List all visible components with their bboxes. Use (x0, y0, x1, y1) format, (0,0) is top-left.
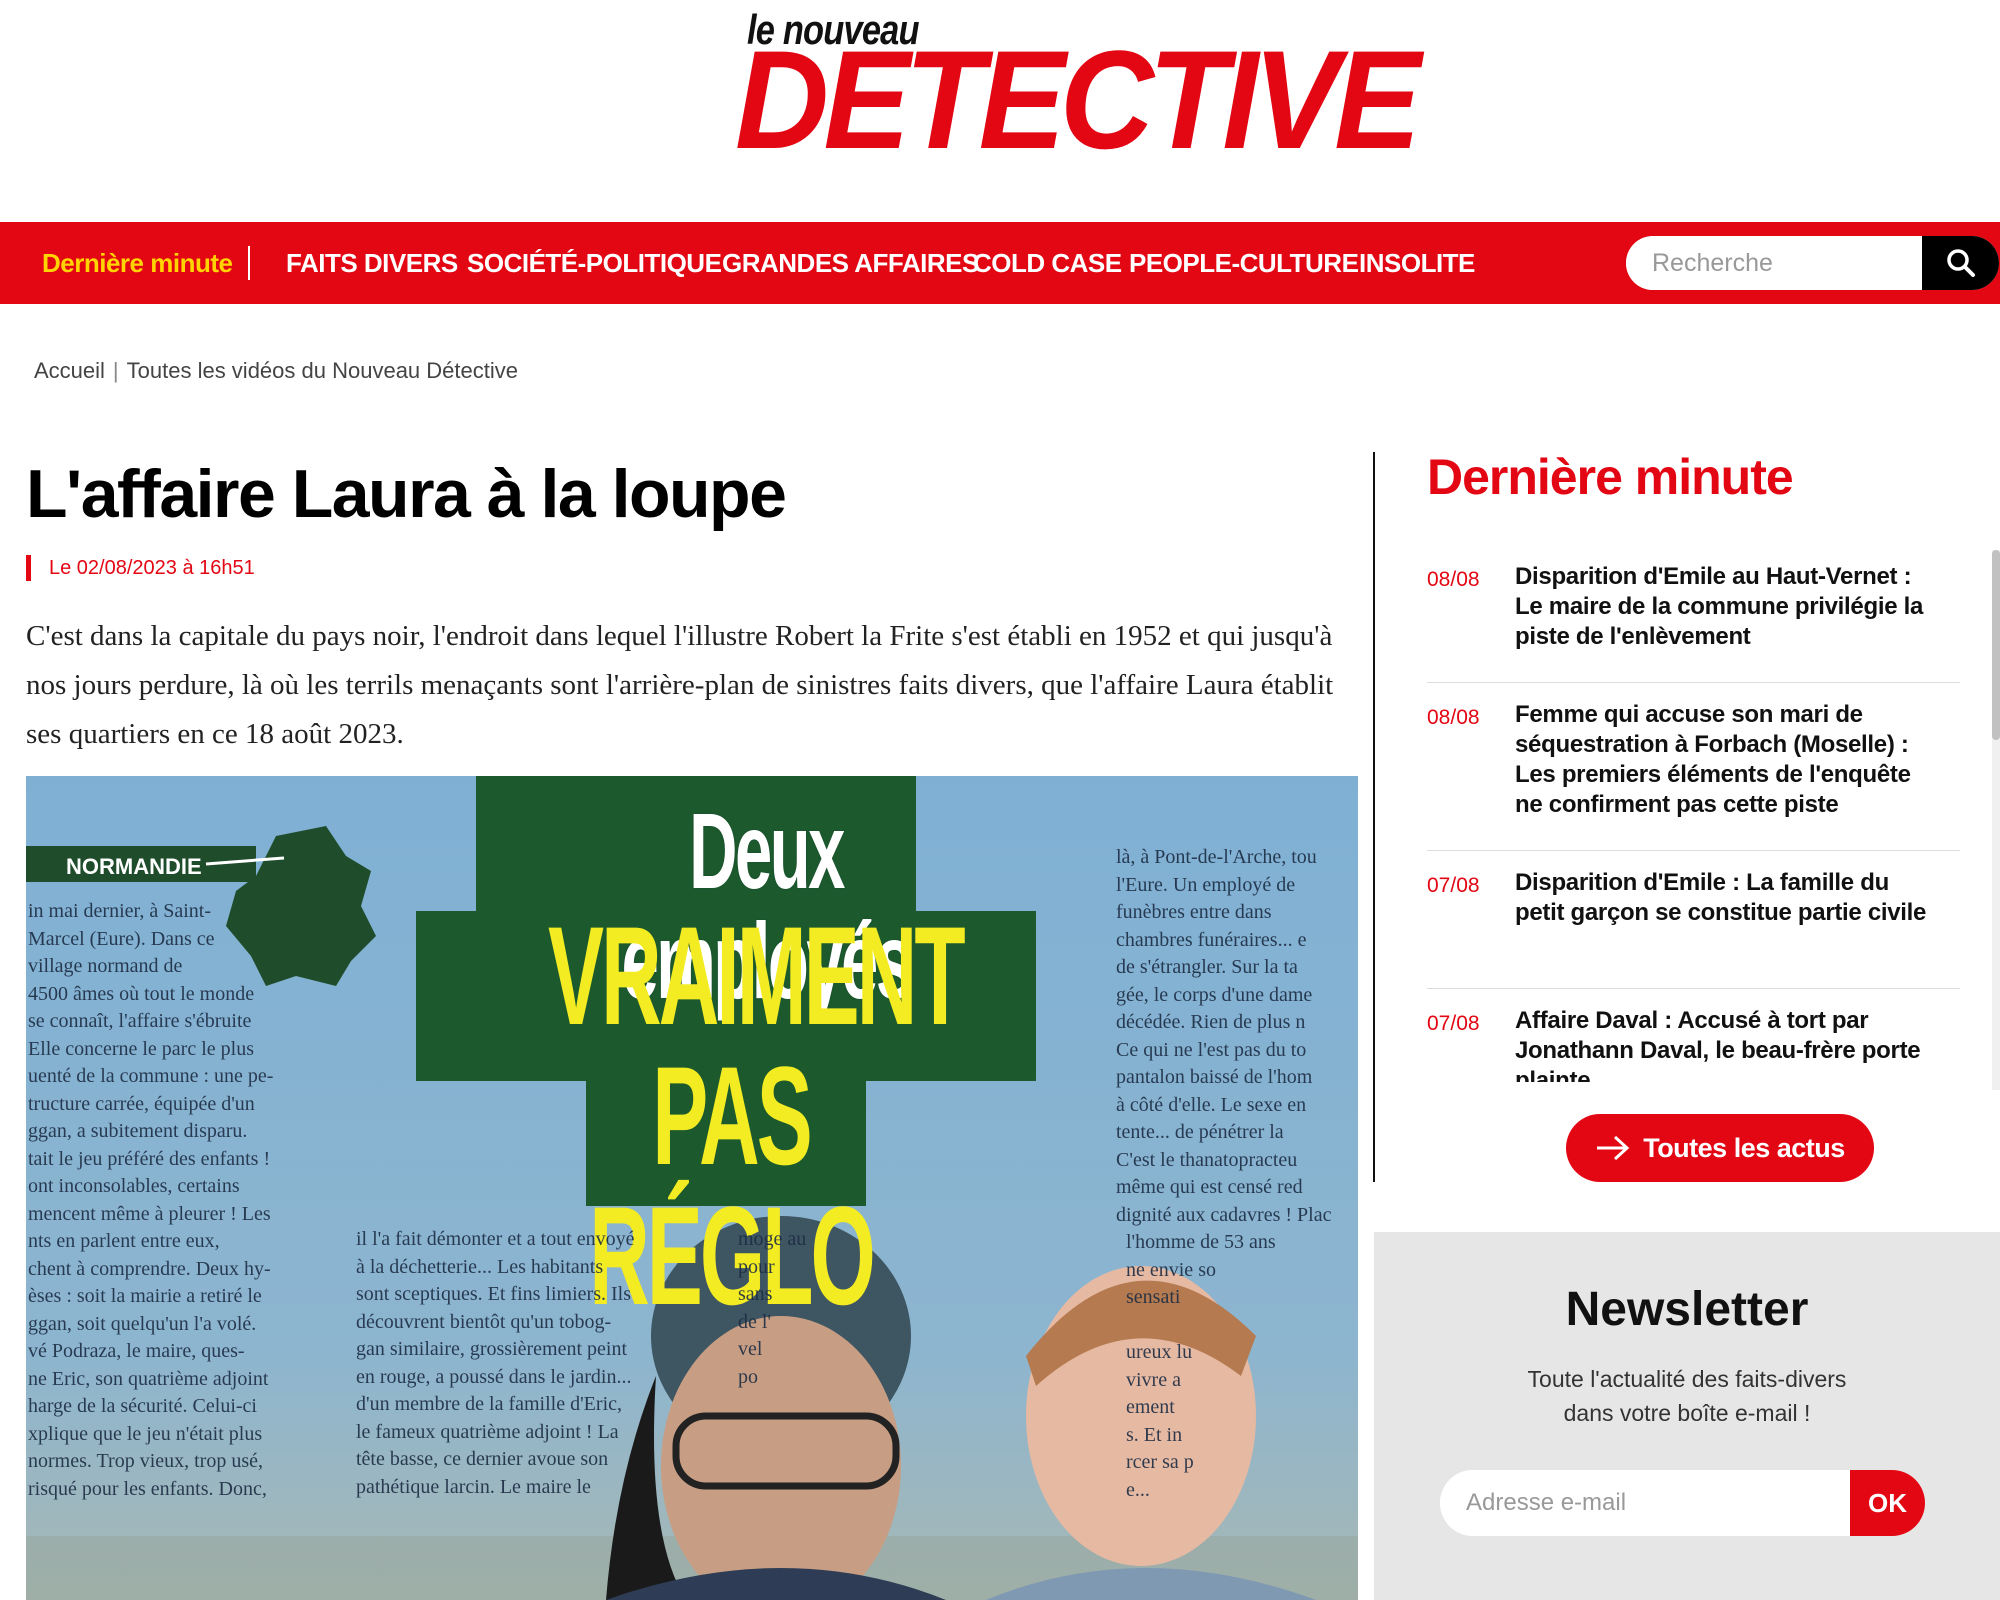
nav-item-cold-case[interactable]: COLD CASE (973, 222, 1122, 304)
article-intro: C'est dans la capitale du pays noir, l'e… (26, 620, 1334, 750)
newsletter-desc-line2: dans votre boîte e-mail ! (1563, 1400, 1811, 1426)
all-news-label: Toutes les actus (1643, 1132, 1845, 1163)
newsletter-form: OK (1440, 1470, 1925, 1536)
article-date: Le 02/08/2023 à 16h51 (26, 555, 255, 581)
news-headline[interactable]: Affaire Daval : Accusé à tort par Jonath… (1515, 1006, 1935, 1082)
article-image: NORMANDIE Deux employés VRAIMENT PAS RÉG… (26, 776, 1358, 1600)
newsletter-desc-line1: Toute l'actualité des faits-divers (1527, 1366, 1847, 1392)
sidebar-title: Dernière minute (1427, 449, 1794, 505)
news-date: 07/08 (1427, 874, 1480, 897)
nav-item-insolite[interactable]: INSOLITE (1359, 222, 1475, 304)
newsletter-description: Toute l'actualité des faits-divers dans … (1374, 1362, 2000, 1430)
breadcrumb-separator: | (112, 358, 119, 383)
logo-main-text: DETECTIVE (735, 21, 1421, 178)
all-news-button[interactable]: Toutes les actus (1566, 1114, 1874, 1182)
news-item[interactable]: 08/08 Femme qui accuse son mari de séque… (1427, 700, 1960, 830)
news-headline[interactable]: Disparition d'Emile au Haut-Vernet : Le … (1515, 562, 1935, 652)
search-button[interactable] (1922, 236, 1999, 290)
newsletter-email-input[interactable] (1440, 1470, 1850, 1536)
breadcrumb-current[interactable]: Toutes les vidéos du Nouveau Détective (127, 358, 518, 383)
breadcrumb: Accueil | Toutes les vidéos du Nouveau Dét… (34, 358, 518, 384)
search-icon (1946, 249, 1975, 277)
news-scrollbar[interactable] (1992, 550, 2000, 1090)
column-divider (1373, 452, 1375, 1182)
search-box (1626, 236, 1999, 290)
news-date: 07/08 (1427, 1012, 1480, 1035)
site-logo[interactable]: le nouveau DETECTIVE (735, 0, 1421, 200)
news-date: 08/08 (1427, 568, 1480, 591)
breadcrumb-home-link[interactable]: Accueil (34, 358, 105, 383)
news-divider (1427, 850, 1960, 851)
nav-item-societe-politique[interactable]: SOCIÉTÉ-POLITIQUE (467, 222, 722, 304)
news-headline[interactable]: Femme qui accuse son mari de séquestrati… (1515, 700, 1935, 820)
news-item[interactable]: 07/08 Disparition d'Emile : La famille d… (1427, 868, 1960, 968)
image-region-label: NORMANDIE (66, 854, 202, 879)
image-text-column-3: moge au pour sans de l' vel po (738, 1228, 807, 1388)
news-item[interactable]: 07/08 Affaire Daval : Accusé à tort par … (1427, 1006, 1960, 1082)
nav-item-faits-divers[interactable]: FAITS DIVERS (286, 222, 458, 304)
article-title: L'affaire Laura à la loupe (26, 456, 787, 532)
news-headline[interactable]: Disparition d'Emile : La famille du peti… (1515, 868, 1935, 928)
news-divider (1427, 682, 1960, 683)
nav-item-people-culture[interactable]: PEOPLE-CULTURE (1129, 222, 1359, 304)
newsletter-title: Newsletter (1565, 1283, 1809, 1336)
search-input[interactable] (1626, 236, 1922, 290)
news-date: 08/08 (1427, 706, 1480, 729)
news-divider (1427, 988, 1960, 989)
newsletter-submit-button[interactable]: OK (1850, 1470, 1925, 1536)
arrow-right-icon (1597, 1135, 1630, 1161)
image-text-column-1: in mai dernier, à Saint- Marcel (Eure). … (28, 900, 274, 1500)
image-text-column-2: il l'a fait démonter et a tout envoyé à … (356, 1228, 635, 1498)
latest-news-list: 08/08 Disparition d'Emile au Haut-Vernet… (1427, 562, 1960, 1082)
news-item[interactable]: 08/08 Disparition d'Emile au Haut-Vernet… (1427, 562, 1960, 672)
nav-item-grandes-affaires[interactable]: GRANDES AFFAIRES (722, 222, 979, 304)
news-scroll-thumb[interactable] (1992, 550, 2000, 740)
image-text-column-4: là, à Pont-de-l'Arche, tou l'Eure. Un em… (1116, 846, 1332, 1501)
nav-item-derniere-minute[interactable]: Dernière minute (42, 222, 233, 304)
nav-separator (248, 246, 250, 280)
newsletter-panel: Newsletter Toute l'actualité des faits-d… (1374, 1232, 2000, 1600)
